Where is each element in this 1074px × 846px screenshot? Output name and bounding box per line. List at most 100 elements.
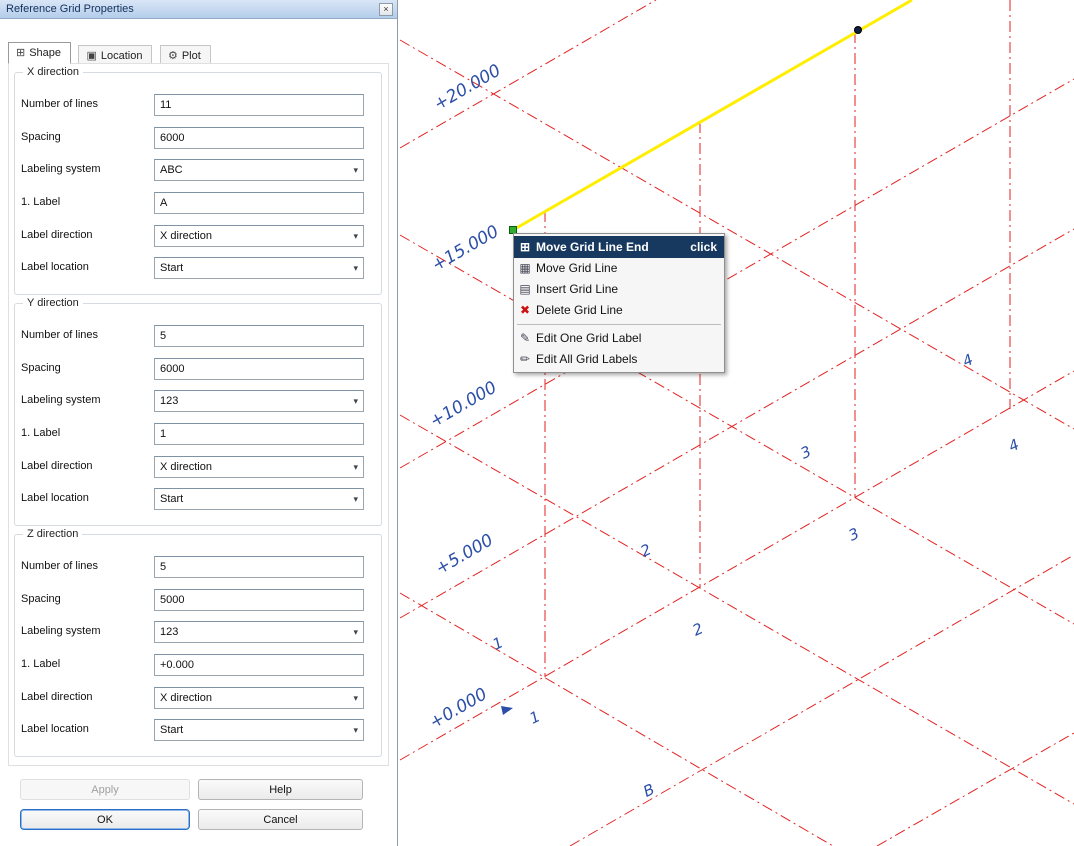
- help-button[interactable]: Help: [198, 779, 363, 800]
- x-label-location-select[interactable]: Start▾: [154, 257, 364, 279]
- elevation-label[interactable]: +10.000: [427, 378, 501, 432]
- field-label: Spacing: [21, 362, 61, 374]
- grid-number-label[interactable]: 3: [798, 442, 814, 462]
- y-labeling-system-select[interactable]: 123▾: [154, 390, 364, 412]
- select-value: ABC: [160, 164, 183, 176]
- field-label: Label direction: [21, 691, 93, 703]
- select-value: Start: [160, 493, 183, 505]
- location-icon: ▣: [86, 50, 96, 62]
- grid-letter-label[interactable]: B: [640, 780, 657, 801]
- field-label: Spacing: [21, 593, 61, 605]
- x-label-direction-select[interactable]: X direction▾: [154, 225, 364, 247]
- move-grid-line-icon: ▦: [514, 258, 536, 279]
- grid-lines: [400, 0, 1074, 846]
- x-spacing-input[interactable]: [154, 127, 364, 149]
- grid-line[interactable]: [570, 555, 1074, 846]
- x-number-of-lines-input[interactable]: [154, 94, 364, 116]
- elevation-label[interactable]: +5.000: [432, 530, 496, 579]
- cancel-button[interactable]: Cancel: [198, 809, 363, 830]
- z-label-location-select[interactable]: Start▾: [154, 719, 364, 741]
- chevron-down-icon: ▾: [353, 457, 358, 477]
- menu-item-move-grid-line[interactable]: ▦Move Grid Line: [514, 258, 724, 279]
- y-first-label-input[interactable]: [154, 423, 364, 445]
- y-label-location-select[interactable]: Start▾: [154, 488, 364, 510]
- select-value: Start: [160, 724, 183, 736]
- field-label: Number of lines: [21, 329, 98, 341]
- grid-number-label[interactable]: 2: [690, 619, 706, 639]
- field-label: Number of lines: [21, 560, 98, 572]
- field-label: Label direction: [21, 460, 93, 472]
- grid-number-label[interactable]: 2: [638, 540, 654, 560]
- elevation-label[interactable]: +20.000: [431, 61, 505, 115]
- grid-labels: +20.000 +15.000 +10.000 +5.000 +0.000 1 …: [426, 61, 1022, 801]
- tab-label: Plot: [182, 50, 201, 62]
- chevron-down-icon: ▾: [353, 226, 358, 246]
- menu-item-label: Delete Grid Line: [536, 303, 623, 317]
- y-label-direction-select[interactable]: X direction▾: [154, 456, 364, 478]
- grid-line[interactable]: [400, 593, 833, 846]
- grid-number-label[interactable]: 3: [846, 524, 862, 544]
- grid-number-label[interactable]: 4: [1006, 435, 1022, 455]
- menu-item-delete-grid-line[interactable]: ✖Delete Grid Line: [514, 300, 724, 321]
- field-label: 1. Label: [21, 427, 60, 439]
- z-first-label-input[interactable]: [154, 654, 364, 676]
- close-icon[interactable]: ×: [379, 3, 393, 16]
- apply-button[interactable]: Apply: [20, 779, 190, 800]
- dialog-titlebar[interactable]: Reference Grid Properties ×: [0, 0, 397, 19]
- field-label: Labeling system: [21, 394, 101, 406]
- insert-grid-line-icon: ▤: [514, 279, 536, 300]
- grid-line-node[interactable]: [855, 27, 862, 34]
- grid-number-label[interactable]: 1: [527, 707, 543, 727]
- delete-grid-line-icon: ✖: [514, 300, 536, 321]
- z-direction-group: Z direction Number of lines Spacing Labe…: [14, 534, 382, 757]
- grid-line[interactable]: [400, 79, 1074, 468]
- z-label-direction-select[interactable]: X direction ▾: [154, 687, 364, 709]
- field-label: Label location: [21, 261, 89, 273]
- dialog-title: Reference Grid Properties: [6, 3, 134, 15]
- grid-number-label[interactable]: 4: [960, 350, 976, 370]
- field-label: Label direction: [21, 229, 93, 241]
- edit-all-grid-labels-icon: ✏: [514, 349, 536, 370]
- group-title: Z direction: [23, 528, 82, 540]
- z-labeling-system-select[interactable]: 123▾: [154, 621, 364, 643]
- grid-line[interactable]: [400, 229, 1074, 618]
- select-value: X direction: [160, 692, 212, 704]
- tab-label: Location: [101, 50, 143, 62]
- ok-button[interactable]: OK: [20, 809, 190, 830]
- x-direction-group: X direction Number of lines Spacing Labe…: [14, 72, 382, 295]
- menu-item-move-grid-line-end[interactable]: ⊞Move Grid Line End click: [514, 236, 724, 258]
- application-window: +20.000 +15.000 +10.000 +5.000 +0.000 1 …: [0, 0, 1074, 846]
- grid-line[interactable]: [400, 40, 1074, 429]
- field-label: Spacing: [21, 131, 61, 143]
- select-value: 123: [160, 395, 178, 407]
- grid-line[interactable]: [877, 733, 1074, 846]
- field-label: 1. Label: [21, 196, 60, 208]
- menu-item-label: Move Grid Line End: [536, 240, 649, 254]
- x-labeling-system-select[interactable]: ABC▾: [154, 159, 364, 181]
- chevron-down-icon: ▾: [353, 688, 358, 708]
- grid-line[interactable]: [400, 0, 656, 148]
- z-number-of-lines-input[interactable]: [154, 556, 364, 578]
- select-value: 123: [160, 626, 178, 638]
- gear-icon: ⚙: [168, 50, 178, 62]
- menu-item-label: Insert Grid Line: [536, 282, 618, 296]
- grid-line[interactable]: [400, 415, 1074, 804]
- y-number-of-lines-input[interactable]: [154, 325, 364, 347]
- chevron-down-icon: ▾: [353, 258, 358, 278]
- group-title: X direction: [23, 66, 83, 78]
- menu-item-insert-grid-line[interactable]: ▤Insert Grid Line: [514, 279, 724, 300]
- menu-item-hint: click: [690, 236, 717, 258]
- tab-shape[interactable]: ⊞Shape: [8, 42, 71, 64]
- elevation-label[interactable]: +15.000: [429, 222, 503, 276]
- tab-plot[interactable]: ⚙ Plot: [160, 45, 211, 64]
- grid-number-label[interactable]: 1: [490, 633, 506, 653]
- x-first-label-input[interactable]: [154, 192, 364, 214]
- y-spacing-input[interactable]: [154, 358, 364, 380]
- menu-item-edit-all-grid-labels[interactable]: ✏Edit All Grid Labels: [514, 349, 724, 370]
- menu-item-edit-one-grid-label[interactable]: ✎Edit One Grid Label: [514, 328, 724, 349]
- selected-grid-line[interactable]: [513, 0, 912, 230]
- z-spacing-input[interactable]: [154, 589, 364, 611]
- menu-separator: [517, 324, 721, 325]
- grid-end-arrow: [501, 706, 513, 715]
- tab-location[interactable]: ▣ Location: [78, 45, 152, 64]
